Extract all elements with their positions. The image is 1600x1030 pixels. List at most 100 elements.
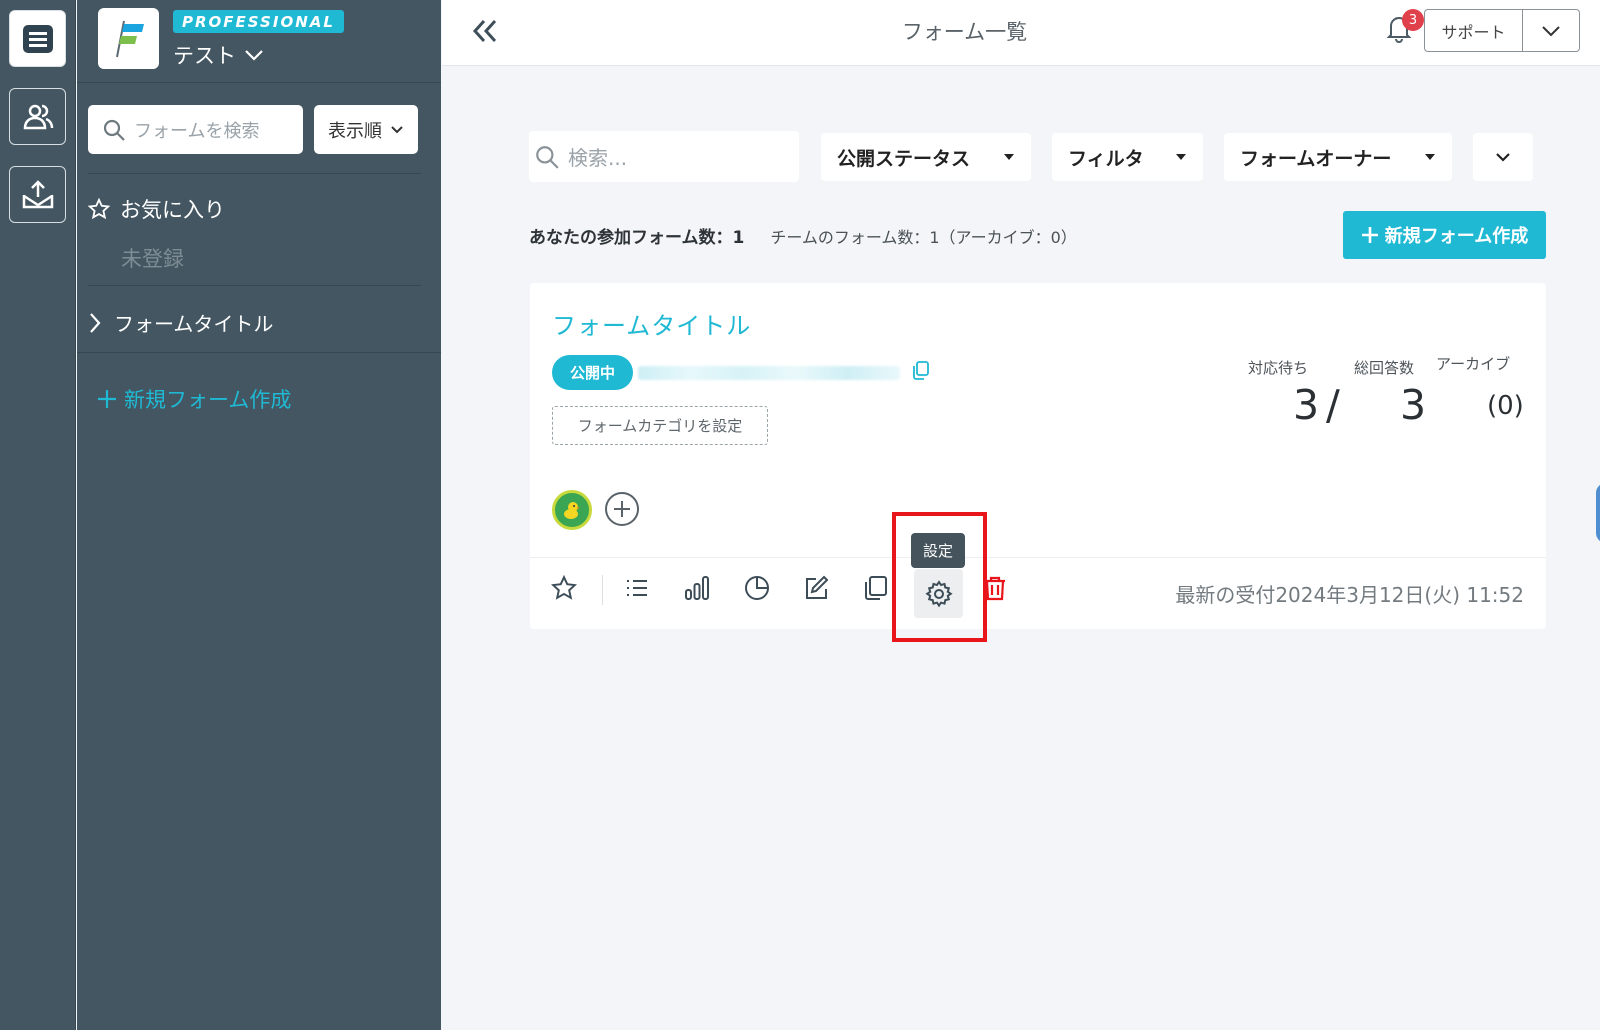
divider xyxy=(88,285,421,286)
status-dropdown[interactable]: 公開ステータス xyxy=(821,133,1031,181)
toolbar-separator xyxy=(602,575,603,605)
chevron-right-icon xyxy=(90,312,101,333)
app-logo xyxy=(98,8,159,69)
top-header: フォーム一覧 3 サポート xyxy=(442,0,1600,66)
list-icon xyxy=(627,580,647,596)
archive-label: アーカイブ xyxy=(1436,355,1511,373)
edit-form-button[interactable] xyxy=(799,571,833,605)
favorites-empty-text: 未登録 xyxy=(121,247,184,271)
sidebar-new-form-label: 新規フォーム作成 xyxy=(124,388,292,412)
team-count: チームのフォーム数：1（アーカイブ：0） xyxy=(770,228,1077,247)
new-form-button-label: 新規フォーム作成 xyxy=(1384,226,1529,247)
owner-dropdown-label: フォームオーナー xyxy=(1240,147,1392,170)
divider xyxy=(77,82,441,83)
plan-badge: PROFESSIONAL xyxy=(173,10,344,33)
settings-tooltip: 設定 xyxy=(911,533,965,568)
sidebar-search-placeholder: フォームを検索 xyxy=(134,120,260,142)
pending-label: 対応待ち xyxy=(1248,359,1309,377)
owner-dropdown[interactable]: フォームオーナー xyxy=(1224,133,1452,181)
copy-icon xyxy=(913,361,929,380)
archive-count[interactable]: (0) xyxy=(1487,391,1524,421)
plus-icon xyxy=(98,390,116,408)
notification-count-badge: 3 xyxy=(1402,9,1424,31)
filter-dropdown-label: フィルタ xyxy=(1068,147,1144,170)
bar-chart-button[interactable] xyxy=(680,571,714,605)
member-avatar[interactable] xyxy=(552,490,592,530)
total-count[interactable]: 3 xyxy=(1400,381,1426,429)
star-outline-icon xyxy=(88,198,110,220)
sort-label: 表示順 xyxy=(328,120,382,142)
caret-down-icon xyxy=(1176,154,1186,160)
new-form-button[interactable]: 新規フォーム作成 xyxy=(1343,211,1546,259)
support-menu: サポート xyxy=(1424,9,1580,52)
inbox-upload-icon xyxy=(22,179,53,208)
category-set-button[interactable]: フォームカテゴリを設定 xyxy=(552,406,768,445)
sidebar: PROFESSIONAL テスト フォームを検索 表示順 お気に入り 未登録 フ… xyxy=(77,0,441,1030)
floating-avatar[interactable] xyxy=(1596,483,1600,543)
support-dropdown-button[interactable] xyxy=(1523,10,1579,51)
chevron-down-icon xyxy=(1542,25,1560,36)
responses-list-button[interactable] xyxy=(620,571,654,605)
bar-chart-icon xyxy=(685,576,709,600)
rail-forms-button[interactable] xyxy=(9,10,66,67)
form-card: フォームタイトル 公開中 フォームカテゴリを設定 対応待ち 総回答数 アーカイブ… xyxy=(530,283,1546,629)
duplicate-form-button[interactable] xyxy=(858,571,892,605)
sidebar-item-label: フォームタイトル xyxy=(114,312,274,336)
settings-button[interactable] xyxy=(914,569,963,618)
trash-icon xyxy=(985,576,1005,601)
gear-icon xyxy=(924,579,953,607)
chevron-down-icon xyxy=(1496,153,1510,162)
chick-icon xyxy=(564,502,580,519)
delete-form-button[interactable] xyxy=(978,571,1012,605)
participating-count: あなたの参加フォーム数：1 xyxy=(529,228,745,248)
chevron-down-icon xyxy=(245,50,263,61)
last-received-text: 最新の受付2024年3月12日(火) 11:52 xyxy=(1175,583,1524,607)
add-member-button[interactable] xyxy=(604,491,640,531)
sidebar-item-form[interactable]: フォームタイトル xyxy=(88,308,273,337)
status-dropdown-label: 公開ステータス xyxy=(837,147,971,170)
stats-separator: / xyxy=(1326,381,1340,429)
favorites-header[interactable]: お気に入り xyxy=(88,194,225,224)
more-filters-dropdown[interactable] xyxy=(1473,133,1533,181)
edit-icon xyxy=(806,575,829,599)
app-rail xyxy=(0,0,76,1030)
star-outline-icon xyxy=(551,575,577,600)
favorites-label: お気に入り xyxy=(120,198,225,222)
sidebar-new-form-link[interactable]: 新規フォーム作成 xyxy=(96,384,291,414)
plus-icon xyxy=(1361,227,1378,243)
form-search-input[interactable]: 検索... xyxy=(529,131,799,182)
copy-url-button[interactable] xyxy=(910,359,932,385)
form-list-icon xyxy=(22,24,53,53)
divider xyxy=(77,352,441,353)
support-button[interactable]: サポート xyxy=(1425,10,1523,51)
favorite-button[interactable] xyxy=(547,571,581,605)
team-switcher[interactable]: テスト xyxy=(173,40,264,70)
filter-dropdown[interactable]: フィルタ xyxy=(1052,133,1203,181)
status-badge[interactable]: 公開中 xyxy=(552,355,633,390)
pending-count[interactable]: 3 xyxy=(1293,381,1319,429)
copy-icon xyxy=(865,576,887,600)
search-icon xyxy=(536,145,559,169)
sidebar-search-input[interactable]: フォームを検索 xyxy=(88,105,303,154)
chevron-down-icon xyxy=(391,125,403,133)
team-name: テスト xyxy=(173,44,236,68)
search-icon xyxy=(103,119,125,141)
total-label: 総回答数 xyxy=(1354,359,1415,377)
plus-circle-icon xyxy=(605,492,639,526)
rail-export-button[interactable] xyxy=(9,166,66,223)
form-title-link[interactable]: フォームタイトル xyxy=(552,306,751,341)
form-search-placeholder: 検索... xyxy=(568,146,628,170)
page-title: フォーム一覧 xyxy=(901,20,1028,44)
card-divider xyxy=(530,557,1546,558)
users-icon xyxy=(23,104,53,129)
flag-logo-icon xyxy=(115,20,144,57)
form-count-summary: あなたの参加フォーム数：1 チームのフォーム数：1（アーカイブ：0） xyxy=(529,223,1077,248)
pie-chart-icon xyxy=(745,576,769,600)
pie-chart-button[interactable] xyxy=(740,571,774,605)
caret-down-icon xyxy=(1004,154,1014,160)
form-url-link[interactable] xyxy=(638,366,900,380)
divider xyxy=(88,173,421,174)
rail-members-button[interactable] xyxy=(9,88,66,145)
sort-dropdown[interactable]: 表示順 xyxy=(314,105,418,154)
caret-down-icon xyxy=(1425,154,1435,160)
